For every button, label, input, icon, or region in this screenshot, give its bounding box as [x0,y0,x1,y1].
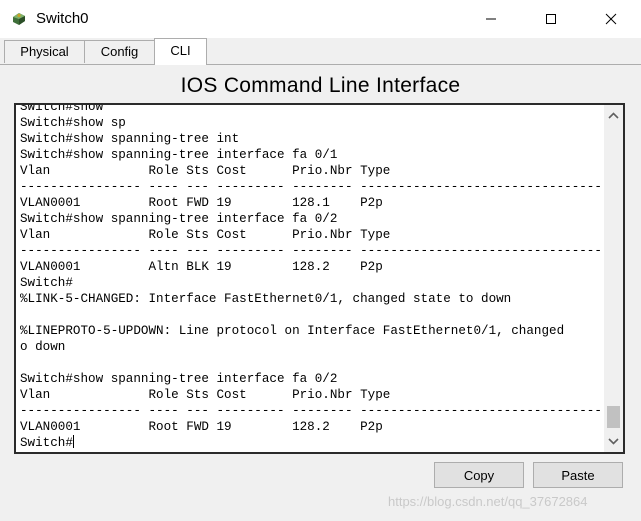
tab-config[interactable]: Config [84,40,155,63]
terminal-line: Switch#show spanning-tree interface fa 0… [20,372,338,386]
terminal-line: Vlan Role Sts Cost Prio.Nbr Type [20,164,391,178]
terminal-line: ---------------- ---- --- --------- ----… [20,180,602,194]
title-bar: Switch0 [0,0,641,38]
terminal-scrollbar[interactable] [604,105,623,452]
terminal-line: Switch# [20,276,73,290]
minimize-icon [486,18,496,20]
tab-physical[interactable]: Physical [4,40,85,63]
terminal-line: Switch#show spanning-tree int [20,132,240,146]
terminal-prompt: Switch# [20,436,73,450]
terminal-line: Switch#show spanning-tree interface fa 0… [20,148,338,162]
terminal-line: %LINEPROTO-5-UPDOWN: Line protocol on In… [20,324,565,338]
terminal-line: VLAN0001 Altn BLK 19 128.2 P2p [20,260,383,274]
copy-button[interactable]: Copy [434,462,524,488]
watermark-text: https://blog.csdn.net/qq_37672864 [388,494,588,509]
tab-cli[interactable]: CLI [154,38,207,65]
terminal-line: ---------------- ---- --- --------- ----… [20,404,602,418]
chevron-up-icon [608,112,619,119]
terminal-line: Vlan Role Sts Cost Prio.Nbr Type [20,228,391,242]
terminal-line: %LINK-5-CHANGED: Interface FastEthernet0… [20,292,512,306]
scrollbar-thumb[interactable] [607,406,620,428]
chevron-down-icon [608,438,619,445]
paste-button[interactable]: Paste [533,462,623,488]
close-icon [605,13,617,25]
scroll-up-button[interactable] [604,107,623,124]
terminal-line: Switch#show [20,103,104,114]
terminal-line: Switch#show spanning-tree interface fa 0… [20,212,338,226]
scroll-down-button[interactable] [604,433,623,450]
terminal-line: VLAN0001 Root FWD 19 128.2 P2p [20,420,383,434]
terminal-output[interactable]: Switch#show Switch#show sp Switch#show s… [20,103,602,451]
terminal-line: ---------------- ---- --- --------- ----… [20,244,602,258]
terminal-history: Switch#show Switch#show sp Switch#show s… [20,103,602,434]
panel-title: IOS Command Line Interface [180,74,461,97]
tab-strip: Physical Config CLI [0,38,641,65]
maximize-button[interactable] [528,0,574,38]
terminal-line: VLAN0001 Root FWD 19 128.1 P2p [20,196,383,210]
cli-terminal[interactable]: Switch#show Switch#show sp Switch#show s… [14,103,625,454]
terminal-line: Vlan Role Sts Cost Prio.Nbr Type [20,388,391,402]
minimize-button[interactable] [468,0,514,38]
close-button[interactable] [588,0,634,38]
terminal-line: Switch#show sp [20,116,126,130]
cisco-switch-icon [10,10,28,28]
maximize-icon [546,14,556,24]
terminal-line: o down [20,340,66,354]
text-cursor [72,435,74,448]
window-title: Switch0 [36,10,89,27]
